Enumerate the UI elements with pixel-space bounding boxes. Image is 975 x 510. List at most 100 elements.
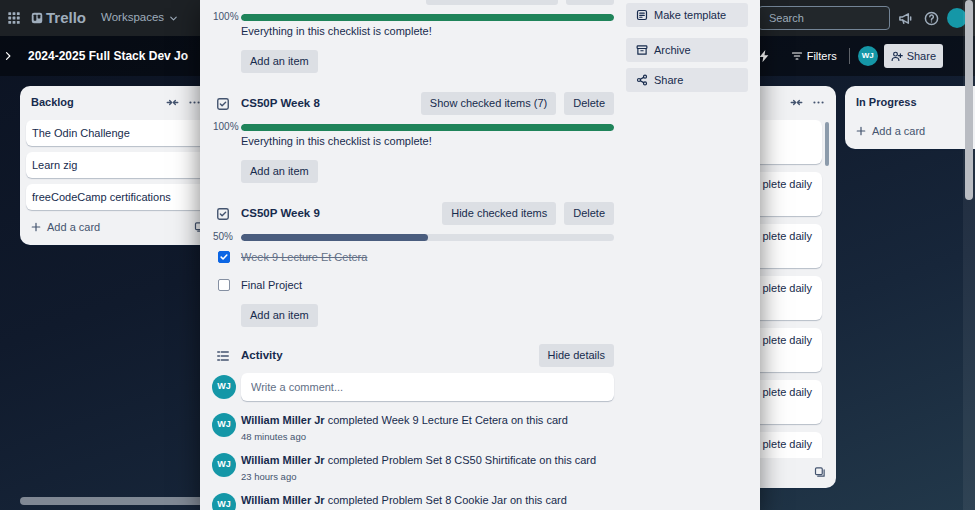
activity-text: William Miller Jrcompleted Problem Set 8… <box>241 491 614 509</box>
add-item-button[interactable]: Add an item <box>241 160 318 183</box>
page-scrollbar[interactable] <box>963 0 975 510</box>
checklist-complete-message: Everything in this checklist is complete… <box>241 133 614 149</box>
board-list: In Progress Add a card <box>845 86 975 149</box>
workspaces-menu[interactable]: Workspaces <box>101 9 179 26</box>
list-card[interactable]: The Odin Challenge <box>26 120 214 146</box>
trello-logo[interactable]: Trello <box>31 8 86 28</box>
user-avatar[interactable]: WJ <box>212 453 236 477</box>
create-from-template-button[interactable] <box>810 462 830 482</box>
workspaces-label: Workspaces <box>101 9 164 26</box>
add-item-button[interactable]: Add an item <box>241 50 318 73</box>
template-button[interactable]: Make template <box>626 3 748 27</box>
avatar-slot: WJ <box>212 411 241 445</box>
chevron-down-icon <box>168 13 179 24</box>
activity-icon-slot <box>216 349 241 363</box>
user-avatar[interactable]: WJ <box>212 493 236 510</box>
delete-button[interactable]: Delete <box>564 92 614 115</box>
checklist: CS50P Week 9Hide checked itemsDelete50%W… <box>216 202 614 327</box>
member-avatar[interactable]: WJ <box>858 46 878 66</box>
item-checkbox[interactable] <box>218 251 230 263</box>
card-title: plete daily <box>762 178 812 190</box>
top-bar-left: Trello Workspaces <box>1 5 179 31</box>
search-field[interactable] <box>758 6 890 30</box>
checklist-title[interactable]: CS50P Week 8 <box>241 92 413 115</box>
item-text[interactable]: Final Project <box>241 277 302 293</box>
activity-body: William Miller Jrcompleted Problem Set 8… <box>241 451 614 485</box>
user-name[interactable]: William Miller Jr <box>241 454 325 466</box>
logo-text: Trello <box>46 8 86 28</box>
scroll-thumb[interactable] <box>965 0 973 200</box>
delete-button[interactable]: Delete <box>564 202 614 225</box>
list-card[interactable]: Learn zig <box>26 152 214 178</box>
card-modal: 100%Everything in this checklist is comp… <box>200 0 760 510</box>
add-item-button[interactable]: Add an item <box>241 304 318 327</box>
toggle-checked-button[interactable]: Show checked items (7) <box>421 92 556 115</box>
delete-button[interactable] <box>566 0 614 5</box>
filters-button[interactable]: Filters <box>787 44 841 68</box>
checklist-header: CS50P Week 8 Show checked items (7) Delete <box>216 92 614 115</box>
progress-percent: 100% <box>213 121 241 133</box>
user-name[interactable]: William Miller Jr <box>241 494 325 506</box>
share-button[interactable]: Share <box>884 44 943 68</box>
help-icon <box>924 11 939 26</box>
add-card-button[interactable]: Add a card <box>26 216 214 238</box>
checkbox-slot <box>216 279 241 291</box>
board-tools: Filters WJ Share <box>757 44 943 68</box>
checklist-item[interactable]: Week 9 Lecture Et Cetera <box>216 243 614 271</box>
list-title[interactable]: Backlog <box>31 90 162 114</box>
list-scroll-thumb[interactable] <box>825 122 829 166</box>
activity-body: William Miller Jrcompleted Week 9 Lectur… <box>241 411 614 445</box>
hide-details-button[interactable]: Hide details <box>539 344 614 367</box>
board-title[interactable]: 2024-2025 Full Stack Dev Jo <box>28 46 188 66</box>
comment-input[interactable] <box>241 373 614 401</box>
list-card[interactable]: freeCodeCamp certifications <box>26 184 214 210</box>
avatar-slot: WJ <box>212 451 241 485</box>
user-avatar[interactable]: WJ <box>212 413 236 437</box>
action-label: Share <box>654 68 683 92</box>
list-header: In Progress <box>851 90 975 114</box>
plus-icon <box>855 125 867 137</box>
checklist-title[interactable]: CS50P Week 9 <box>241 202 434 225</box>
list-tools <box>162 92 204 112</box>
list-tools <box>786 92 828 112</box>
progress-track <box>241 124 614 131</box>
card-title: Learn zig <box>32 159 77 171</box>
more-dots-icon <box>188 96 201 109</box>
activity-text: William Miller Jrcompleted Problem Set 8… <box>241 451 614 469</box>
progress-percent: 100% <box>213 11 241 23</box>
action-label: Archive <box>654 38 691 62</box>
collapse-list-button[interactable] <box>162 92 182 112</box>
add-card-label: Add a card <box>872 120 975 142</box>
checklist-progress: 100% <box>216 11 614 23</box>
action-label: Make template <box>654 3 726 27</box>
activity-time[interactable]: 48 minutes ago <box>241 429 614 445</box>
checkbox-slot <box>216 251 241 263</box>
whats-new-button[interactable] <box>892 5 918 31</box>
collapse-list-button[interactable] <box>786 92 806 112</box>
list-menu-button[interactable] <box>808 92 828 112</box>
item-checkbox[interactable] <box>218 279 230 291</box>
help-button[interactable] <box>918 5 944 31</box>
progress-fill <box>241 124 614 131</box>
user-name[interactable]: William Miller Jr <box>241 414 325 426</box>
user-avatar[interactable]: WJ <box>212 375 236 399</box>
list-title[interactable]: In Progress <box>856 90 975 114</box>
card-title: plete daily <box>762 230 812 242</box>
add-card-button[interactable]: Add a card <box>851 120 975 142</box>
more-dots-icon <box>812 96 825 109</box>
template-icon <box>636 9 648 21</box>
archive-button[interactable]: Archive <box>626 38 748 62</box>
share-button[interactable]: Share <box>626 68 748 92</box>
toggle-checked-button[interactable] <box>426 0 558 5</box>
activity-icon <box>216 349 230 363</box>
top-bar-right <box>758 5 967 31</box>
item-text[interactable]: Week 9 Lecture Et Cetera <box>241 249 367 265</box>
toggle-checked-button[interactable]: Hide checked items <box>442 202 556 225</box>
checklist-item[interactable]: Final Project <box>216 271 614 299</box>
apps-button[interactable] <box>1 5 27 31</box>
activity-entry: WJWilliam Miller Jrcompleted Problem Set… <box>216 491 614 510</box>
activity-body: William Miller Jrcompleted Problem Set 8… <box>241 491 614 510</box>
activity-time[interactable]: 23 hours ago <box>241 469 614 485</box>
avatar-slot: WJ <box>212 491 241 510</box>
sidebar-toggle[interactable] <box>0 48 16 64</box>
